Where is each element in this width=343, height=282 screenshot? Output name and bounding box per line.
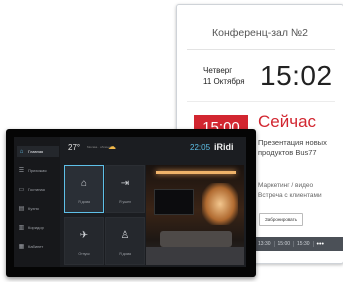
brand-logo: iRidi — [214, 142, 234, 152]
cabinet-icon: ▦ — [18, 244, 25, 250]
scene-tile-home[interactable]: ⌂ Я дома — [64, 165, 104, 213]
time-slot[interactable]: 15:00 — [275, 241, 295, 247]
wall-light — [202, 183, 238, 225]
top-bar: 27° Москва · облачно ☁ 22:05 iRidi — [60, 137, 246, 159]
home-icon: ⌂ — [19, 148, 24, 155]
book-button[interactable]: Забронировать — [259, 213, 303, 226]
current-time: 15:02 — [260, 60, 333, 91]
panel-screen: ⌂ Главная ☰ Прихожая ▭ Гостиная ▤ Кухня … — [14, 137, 246, 267]
tile-label: Я дома — [78, 200, 90, 204]
next-meetings: Маркетинг / видео Встреча с клиентами — [258, 181, 322, 201]
meeting-title-line: Презентация новых — [258, 138, 327, 147]
room-photo — [146, 165, 244, 265]
more-icon[interactable]: ••• — [314, 241, 324, 248]
floor — [146, 247, 244, 265]
date: 11 Октября — [203, 77, 245, 86]
current-meeting-title: Презентация новых продуктов Bus77 — [258, 138, 327, 158]
sidebar: ⌂ Главная ☰ Прихожая ▭ Гостиная ▤ Кухня … — [14, 137, 60, 267]
leave-home-icon: ⇥ — [120, 178, 130, 189]
scenario-icon: ☰ — [18, 168, 25, 174]
scene-tile-away[interactable]: ⇥ Я ушел — [105, 165, 145, 213]
next-meeting-line: Маркетинг / видео — [258, 182, 314, 189]
guests-icon: ♙ — [120, 230, 130, 241]
scene-tile-vacation[interactable]: ✈ Отпуск — [64, 217, 104, 265]
tile-label: Я дома — [119, 252, 131, 256]
temperature: 27° — [68, 143, 81, 152]
scene-tile-guests[interactable]: ♙ Я дома — [105, 217, 145, 265]
meeting-title-line: продуктов Bus77 — [258, 148, 317, 157]
divider — [187, 49, 335, 50]
sidebar-item-label: Прихожая — [28, 168, 47, 173]
sidebar-item-home[interactable]: ⌂ Главная — [17, 146, 59, 157]
smart-home-panel: ⌂ Главная ☰ Прихожая ▭ Гостиная ▤ Кухня … — [6, 129, 256, 277]
living-room-icon: ▭ — [18, 187, 25, 193]
tv — [154, 189, 194, 215]
tile-label: Отпуск — [78, 252, 90, 256]
sidebar-item-label: Кухня — [28, 206, 39, 211]
next-meeting-line: Встреча с клиентами — [258, 192, 322, 199]
time-slot[interactable]: 15:30 — [294, 241, 314, 247]
time-slot[interactable]: 13:30 — [255, 241, 275, 247]
divider — [187, 101, 335, 102]
room-title: Конференц-зал №2 — [211, 27, 309, 39]
sun-cloud-icon: ☁ — [108, 142, 116, 151]
sidebar-item-label: Коридор — [28, 225, 44, 230]
date-block: Четверг 11 Октября — [203, 65, 245, 87]
weekday: Четверг — [203, 66, 233, 75]
time-slot-bar: 13:30 15:00 15:30 ••• — [255, 237, 343, 251]
clock: 22:05 — [190, 143, 211, 152]
sidebar-item-hallway[interactable]: ☰ Прихожая — [17, 165, 59, 176]
home-icon: ⌂ — [80, 178, 88, 189]
kitchen-icon: ▤ — [18, 206, 25, 212]
sidebar-item-kitchen[interactable]: ▤ Кухня — [17, 203, 59, 214]
tile-label: Я ушел — [119, 200, 131, 204]
sidebar-item-corridor[interactable]: ▥ Коридор — [17, 222, 59, 233]
bedroom-icon: ▥ — [18, 225, 25, 231]
sidebar-item-label: Гостиная — [28, 187, 45, 192]
sidebar-item-label: Кабинет — [28, 244, 44, 249]
status-now: Сейчас — [258, 112, 317, 131]
sofa — [160, 231, 232, 247]
ceiling-light — [156, 171, 236, 174]
sidebar-item-living-room[interactable]: ▭ Гостиная — [17, 184, 59, 195]
plane-icon: ✈ — [79, 230, 89, 241]
sidebar-item-cabinet[interactable]: ▦ Кабинет — [17, 241, 59, 252]
sidebar-item-label: Главная — [28, 149, 44, 154]
